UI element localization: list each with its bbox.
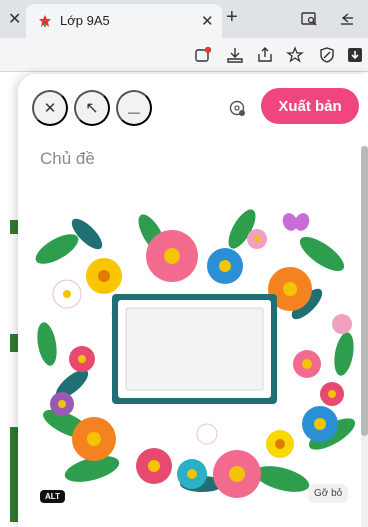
remove-image-button[interactable]: Gỡ bỏ xyxy=(308,484,349,503)
minimize-modal-button[interactable]: — xyxy=(116,90,152,126)
expand-icon: ↖ xyxy=(85,100,99,117)
active-tab[interactable]: Lớp 9A5 ✕ xyxy=(26,4,222,38)
download-arrow-icon[interactable] xyxy=(346,46,364,64)
publish-button[interactable]: Xuất bản xyxy=(261,88,359,124)
page-accent-strip xyxy=(10,334,18,352)
back-arrows-icon[interactable] xyxy=(338,10,356,28)
screen: ✕ Lớp 9A5 ✕ + ✕ ↖ — Xuất bản Chủ đề ALT … xyxy=(0,0,368,527)
topic-input[interactable]: Chủ đề xyxy=(40,149,95,169)
compose-modal: ✕ ↖ — Xuất bản Chủ đề ALT Gỡ bỏ xyxy=(18,74,368,527)
download-icon[interactable] xyxy=(226,46,244,64)
settings-icon[interactable] xyxy=(228,99,246,117)
new-tab-button[interactable]: + xyxy=(226,6,238,29)
tab-favicon-icon xyxy=(39,15,51,27)
shield-icon[interactable] xyxy=(318,46,336,64)
page-accent-strip xyxy=(10,220,18,234)
close-modal-button[interactable]: ✕ xyxy=(32,90,68,126)
minimize-icon: — xyxy=(128,105,140,119)
close-icon: ✕ xyxy=(43,100,57,117)
modal-scrollbar[interactable] xyxy=(361,146,368,527)
share-icon[interactable] xyxy=(256,46,274,64)
expand-modal-button[interactable]: ↖ xyxy=(74,90,110,126)
browser-toolbar xyxy=(0,38,368,72)
alt-text-badge[interactable]: ALT xyxy=(40,490,65,503)
star-icon[interactable] xyxy=(286,46,304,64)
tab-strip: ✕ Lớp 9A5 ✕ + xyxy=(0,0,368,38)
tab-title: Lớp 9A5 xyxy=(60,13,110,28)
floral-frame-image xyxy=(32,194,357,499)
close-tab-button[interactable]: ✕ xyxy=(201,12,214,30)
close-previous-tab-button[interactable]: ✕ xyxy=(8,9,21,29)
page-accent-strip xyxy=(10,427,18,522)
scrollbar-thumb[interactable] xyxy=(361,146,368,436)
reader-view-icon[interactable] xyxy=(300,10,318,28)
sync-icon[interactable] xyxy=(194,46,212,64)
